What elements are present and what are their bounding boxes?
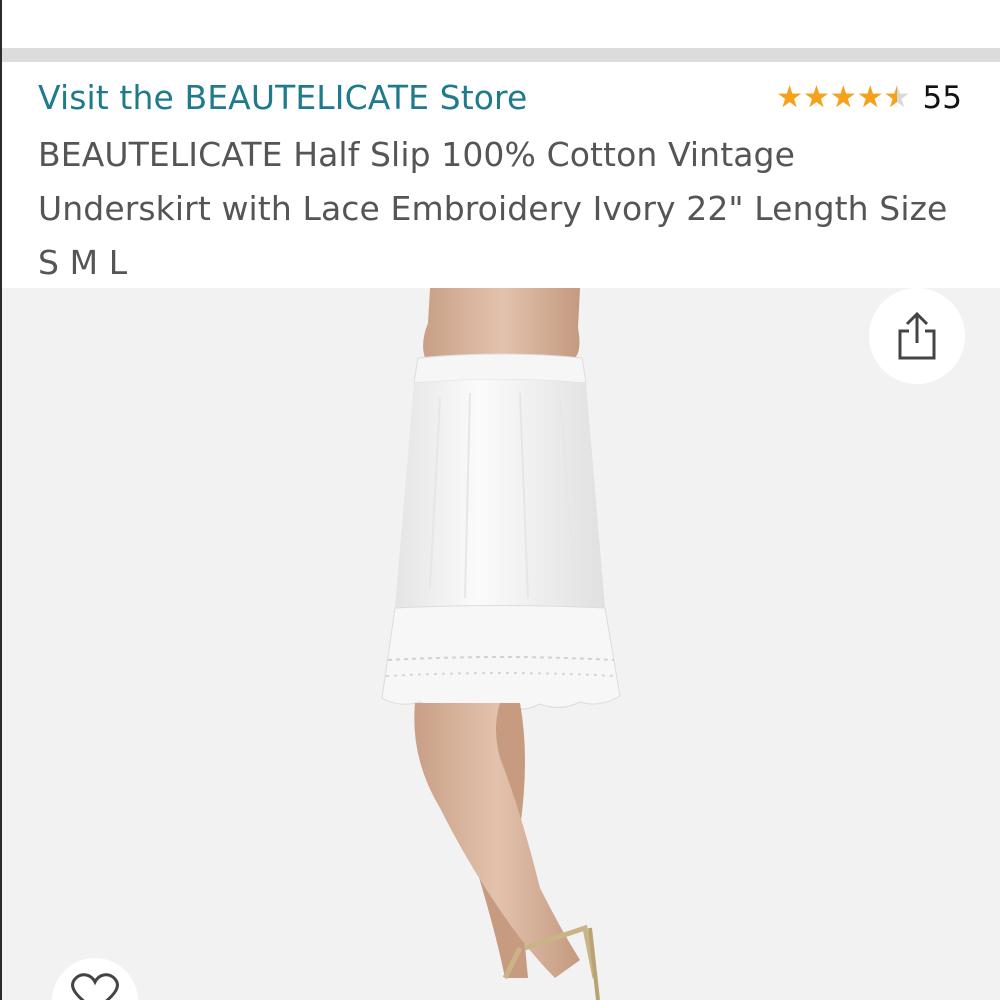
top-bar xyxy=(0,0,1000,48)
star-fill: ★★★★★ xyxy=(776,83,897,113)
visit-store-link[interactable]: Visit the BEAUTELICATE Store xyxy=(38,78,527,117)
share-icon xyxy=(898,311,936,360)
section-divider xyxy=(0,48,1000,62)
model-torso xyxy=(423,288,580,358)
product-photo xyxy=(381,288,621,1000)
rating-summary[interactable]: ★★★★★ ★★★★★ 55 xyxy=(776,80,962,116)
review-count[interactable]: 55 xyxy=(923,80,962,116)
screen-edge xyxy=(0,0,2,1000)
product-page: Visit the BEAUTELICATE Store ★★★★★ ★★★★★… xyxy=(0,0,1000,1000)
product-title: BEAUTELICATE Half Slip 100% Cotton Vinta… xyxy=(38,135,948,282)
product-image[interactable] xyxy=(0,288,1000,1000)
heart-icon xyxy=(71,973,119,1000)
share-button[interactable] xyxy=(869,288,965,384)
skirt-waistband xyxy=(413,353,587,384)
star-rating: ★★★★★ ★★★★★ xyxy=(776,83,910,113)
